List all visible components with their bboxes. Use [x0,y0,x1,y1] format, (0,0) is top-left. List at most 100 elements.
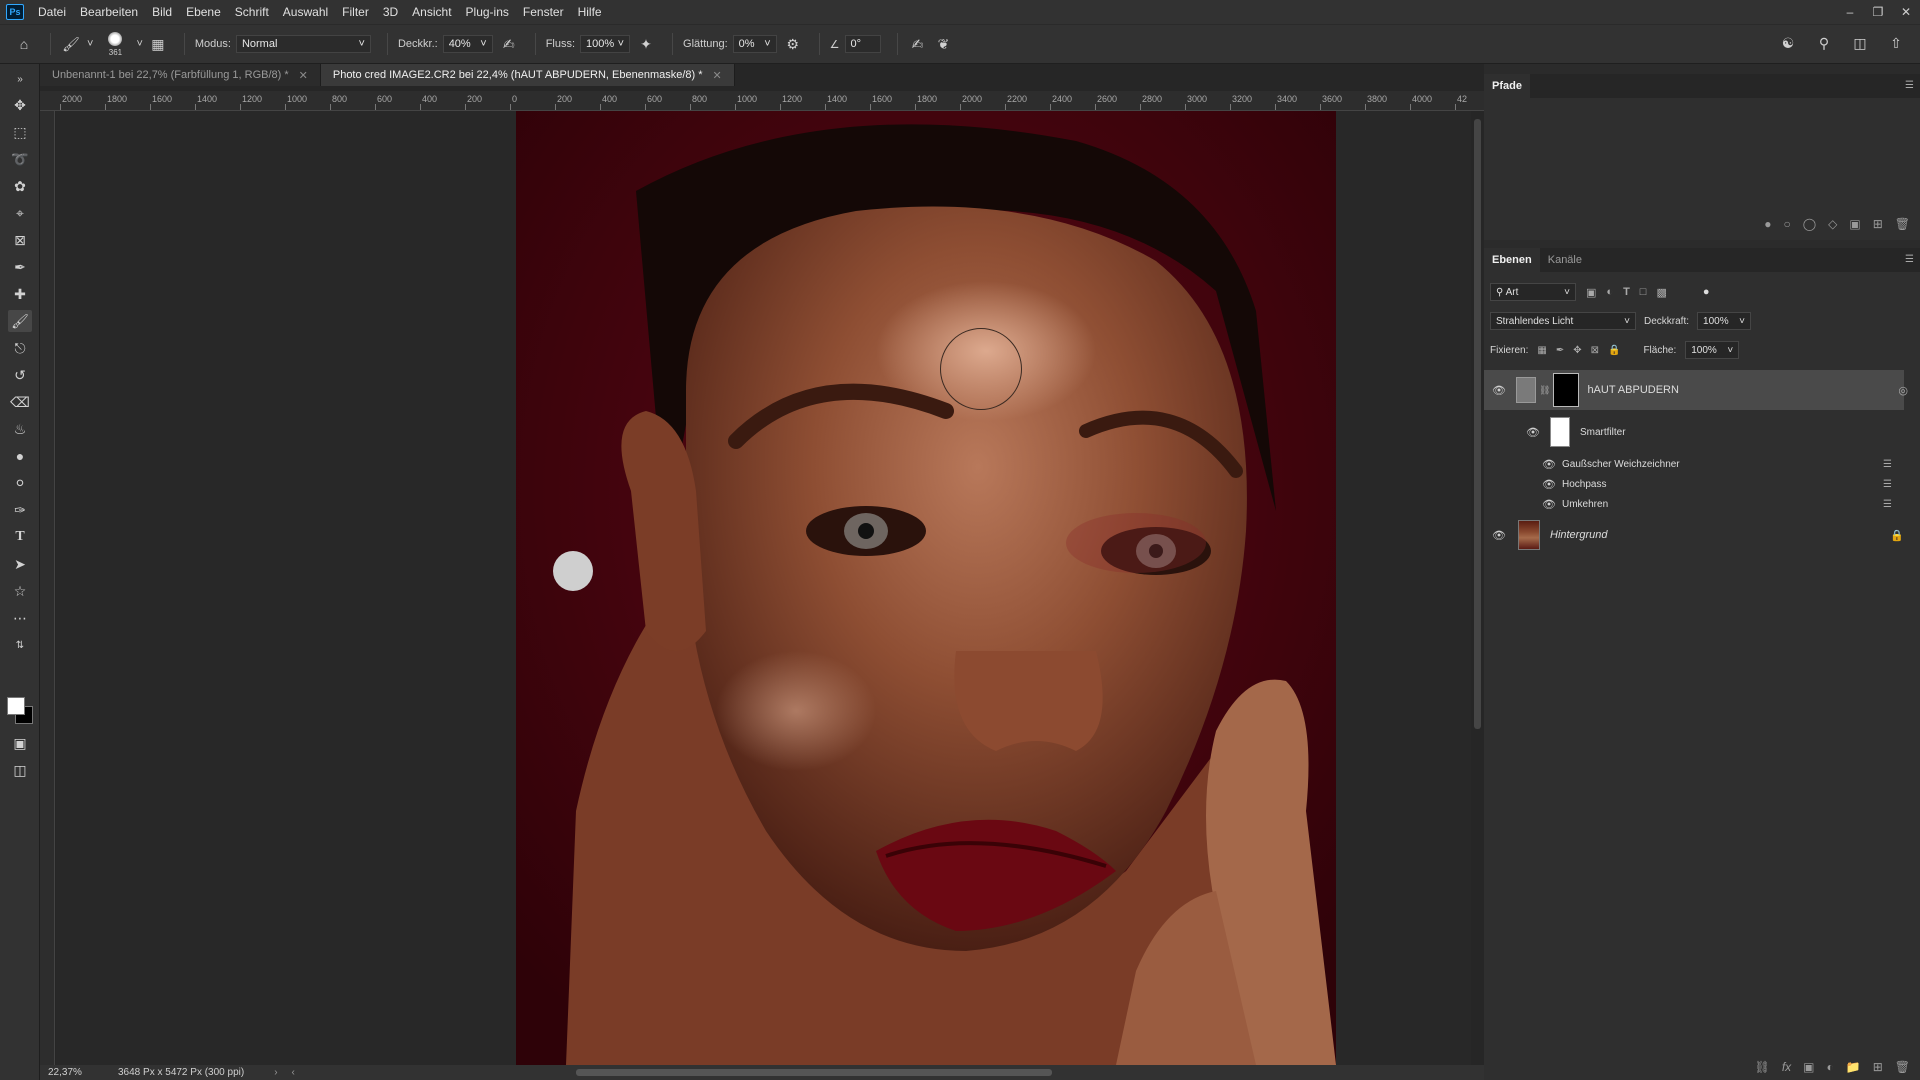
new-path-icon[interactable]: ⊞ [1873,217,1883,231]
filter-options-icon[interactable]: ☰ [1883,499,1892,510]
eye-icon[interactable]: 👁 [1542,458,1556,471]
tab-paths[interactable]: Pfade [1484,74,1530,98]
chevron-down-icon[interactable]: ˅ [87,38,93,50]
add-mask-icon[interactable]: ▣ [1803,1060,1814,1074]
panel-menu-icon[interactable]: ☰ [1905,254,1914,265]
symmetry-icon[interactable]: ❦ [934,34,954,54]
menu-edit[interactable]: Bearbeiten [73,0,145,24]
tab-photo-cred[interactable]: Photo cred IMAGE2.CR2 bei 22,4% (hAUT AB… [320,64,735,86]
filter-high-pass[interactable]: 👁 Hochpass ☰ [1484,475,1904,493]
eye-icon[interactable]: 👁 [1542,478,1556,491]
layer-haut-abpudern[interactable]: 👁 ⛓ hAUT ABPUDERN ◎ [1484,370,1908,410]
pressure-size-icon[interactable]: ✍ [908,34,928,54]
make-work-path-icon[interactable]: ◇ [1828,217,1837,231]
canvas-area[interactable] [56,111,1471,1065]
eyedropper-icon[interactable]: ✒ [8,256,32,278]
portrait-photo[interactable] [516,111,1336,1065]
clone-stamp-icon[interactable]: ⎋ [8,337,32,359]
brush-tool-icon[interactable]: 🖌 [61,34,81,54]
history-brush-icon[interactable]: ↺ [8,364,32,386]
lock-icon[interactable]: 🔒 [1890,529,1904,542]
restore-icon[interactable]: ❐ [1864,0,1892,24]
close-icon[interactable]: ✕ [713,69,722,82]
angle-field[interactable]: 0° [844,35,881,53]
airbrush-icon[interactable]: ✦ [636,34,656,54]
brush-preset-picker[interactable]: 361 [98,28,132,60]
trash-icon[interactable]: 🗑 [1895,217,1910,231]
layer-mask-thumbnail[interactable] [1553,373,1580,407]
gear-icon[interactable]: ⚙ [783,34,803,54]
collapse-icon[interactable]: » [8,68,32,90]
marquee-tool-icon[interactable]: ⬚ [8,121,32,143]
eye-icon[interactable]: 👁 [1542,498,1556,511]
swap-colors-icon[interactable]: ⇅ [8,634,32,656]
chevron-down-icon[interactable]: ˅ [136,38,142,50]
close-icon[interactable]: ✕ [1892,0,1920,24]
menu-3d[interactable]: 3D [376,0,405,24]
workspace-icon[interactable]: ◫ [1850,33,1870,53]
brush-tool-icon[interactable]: 🖌 [8,310,32,332]
path-selection-icon[interactable]: ➤ [8,553,32,575]
lasso-tool-icon[interactable]: ➰ [8,148,32,170]
eraser-tool-icon[interactable]: ⌫ [8,391,32,413]
menu-image[interactable]: Bild [145,0,179,24]
paint-bucket-icon[interactable]: ♨ [8,418,32,440]
tab-unbenannt[interactable]: Unbenannt-1 bei 22,7% (Farbfüllung 1, RG… [40,64,321,86]
stroke-path-icon[interactable]: ○ [1783,217,1790,231]
link-layers-icon[interactable]: ⛓ [1755,1060,1770,1074]
panel-menu-icon[interactable]: ☰ [1905,80,1914,91]
tab-layers[interactable]: Ebenen [1484,248,1540,272]
lock-transparency-icon[interactable]: ▦ [1537,345,1546,356]
screen-mode-icon[interactable]: ◫ [8,759,32,781]
fill-field[interactable]: 100% ˅ [1685,341,1740,359]
eye-icon[interactable]: 👁 [1492,384,1506,397]
frame-tool-icon[interactable]: ⊠ [8,229,32,251]
eye-icon[interactable]: 👁 [1492,529,1506,542]
filter-kind-select[interactable]: ⚲ Art ˅ [1490,283,1576,301]
fx-icon[interactable]: fx [1782,1060,1791,1074]
layer-opacity-field[interactable]: 100% ˅ [1697,312,1752,330]
menu-type[interactable]: Schrift [228,0,276,24]
menu-view[interactable]: Ansicht [405,0,458,24]
dodge-tool-icon[interactable]: ⚪ [8,472,32,494]
adjustment-layer-icon[interactable]: ◐ [1827,1060,1834,1074]
filter-pixel-icon[interactable]: ▣ [1586,286,1596,299]
lock-artboard-icon[interactable]: ⊠ [1591,345,1599,356]
menu-window[interactable]: Fenster [516,0,571,24]
menu-filter[interactable]: Filter [335,0,376,24]
home-icon[interactable]: ⌂ [14,34,34,54]
vertical-scrollbar[interactable] [1471,111,1484,1065]
filter-options-icon[interactable]: ☰ [1883,479,1892,490]
filter-adjustment-icon[interactable]: ◐ [1606,286,1613,298]
tab-channels[interactable]: Kanäle [1540,248,1590,272]
filter-shape-icon[interactable]: □ [1640,286,1647,298]
healing-brush-icon[interactable]: ✚ [8,283,32,305]
layer-hintergrund[interactable]: 👁 Hintergrund 🔒 [1484,517,1904,553]
brush-settings-icon[interactable]: ▦ [148,34,168,54]
filter-gaussian-blur[interactable]: 👁 Gaußscher Weichzeichner ☰ [1484,455,1904,473]
chevron-right-icon[interactable]: › [274,1067,277,1078]
scroll-thumb[interactable] [1474,119,1481,729]
shape-tool-icon[interactable]: ☆ [8,580,32,602]
quick-mask-icon[interactable]: ▣ [8,732,32,754]
more-tools-icon[interactable]: ⋯ [8,607,32,629]
new-layer-icon[interactable]: ⊞ [1873,1060,1883,1074]
search-icon[interactable]: ⚲ [1814,33,1834,53]
flow-field[interactable]: 100% ˅ [580,35,631,53]
add-mask-icon[interactable]: ▣ [1849,217,1860,231]
chevron-left-icon[interactable]: ‹ [292,1067,295,1078]
export-icon[interactable]: ⇧ [1886,33,1906,53]
eye-icon[interactable]: 👁 [1526,426,1540,439]
horizontal-scroll-thumb[interactable] [576,1069,1052,1076]
minimize-icon[interactable]: – [1836,0,1864,24]
close-icon[interactable]: ✕ [299,69,308,82]
opacity-field[interactable]: 40% ˅ [442,35,493,53]
pressure-opacity-icon[interactable]: ✍ [499,34,519,54]
menu-file[interactable]: Datei [31,0,73,24]
lock-pixels-icon[interactable]: ✒ [1556,345,1564,356]
layer-smartfilter[interactable]: 👁 Smartfilter [1484,414,1904,450]
lock-position-icon[interactable]: ✥ [1573,345,1581,356]
filter-type-icon[interactable]: T [1623,286,1630,298]
lock-all-icon[interactable]: 🔒 [1608,345,1620,356]
link-icon[interactable]: ⛓ [1539,385,1550,396]
